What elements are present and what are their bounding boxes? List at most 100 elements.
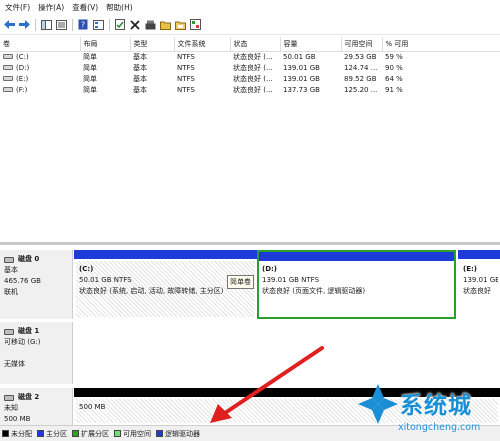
partition-body: (C:) 50.01 GB NTFS 状态良好 (系统, 启动, 活动, 故障转… bbox=[76, 261, 255, 317]
column-header-filesystem[interactable]: 文件系统 bbox=[174, 37, 231, 52]
legend-swatch bbox=[114, 430, 121, 437]
watermark: 系统城 xitongcheng.com bbox=[356, 384, 500, 441]
column-header-capacity[interactable]: 容量 bbox=[280, 37, 342, 52]
drive-icon bbox=[3, 87, 13, 92]
percent-free-cell: 90 % bbox=[385, 63, 403, 72]
legend-swatch bbox=[72, 430, 79, 437]
disk-name: 磁盘 0 bbox=[18, 255, 40, 263]
legend-unallocated: 未分配 bbox=[2, 429, 32, 439]
menu-bar: 文件(F) 操作(A) 查看(V) 帮助(H) bbox=[0, 0, 500, 15]
forward-icon[interactable] bbox=[18, 19, 30, 31]
disk-type: 未知 bbox=[4, 404, 18, 412]
volume-table: 卷 布局 类型 文件系统 状态 容量 可用空间 % 可用 (C:) 简单 基本 … bbox=[0, 37, 500, 95]
disk-icon bbox=[4, 256, 14, 263]
disk-name: 磁盘 2 bbox=[18, 393, 40, 401]
partition-bar bbox=[458, 250, 500, 259]
drive-icon bbox=[3, 65, 13, 70]
toolbar-separator bbox=[109, 18, 110, 31]
layout-cell: 简单 bbox=[83, 63, 97, 72]
filesystem-cell: NTFS bbox=[177, 52, 195, 61]
type-cell: 基本 bbox=[133, 85, 147, 94]
percent-free-cell: 59 % bbox=[385, 52, 403, 61]
volume-cell: (E:) bbox=[0, 73, 80, 84]
status-cell: 状态良好 (... bbox=[233, 74, 273, 83]
open-folder-icon[interactable] bbox=[159, 19, 171, 31]
partition-name: (D:) bbox=[262, 265, 278, 273]
partition-name: (C:) bbox=[79, 265, 94, 273]
capacity-cell: 50.01 GB bbox=[283, 52, 316, 61]
partition-d[interactable]: (D:) 139.01 GB NTFS 状态良好 (页面文件, 逻辑驱动器) bbox=[257, 250, 456, 319]
watermark-url: xitongcheng.com bbox=[398, 422, 481, 433]
table-row[interactable]: (D:) 简单 基本 NTFS 状态良好 (... 139.01 GB 124.… bbox=[0, 62, 500, 73]
properties-icon[interactable] bbox=[92, 19, 104, 31]
table-row[interactable]: (E:) 简单 基本 NTFS 状态良好 (... 139.01 GB 89.5… bbox=[0, 73, 500, 84]
menu-action[interactable]: 操作(A) bbox=[36, 0, 70, 15]
column-header-type[interactable]: 类型 bbox=[130, 37, 175, 52]
status-cell: 状态良好 (... bbox=[233, 85, 273, 94]
disk-type: 可移动 (G:) bbox=[4, 338, 41, 346]
simple-volume-tooltip: 简单卷 bbox=[227, 275, 254, 289]
menu-view[interactable]: 查看(V) bbox=[70, 0, 104, 15]
table-header-row: 卷 布局 类型 文件系统 状态 容量 可用空间 % 可用 bbox=[0, 37, 500, 52]
disk-size: 500 MB bbox=[4, 415, 31, 423]
watermark-logo-icon bbox=[358, 384, 398, 424]
percent-free-cell: 91 % bbox=[385, 85, 403, 94]
check-icon[interactable] bbox=[114, 19, 126, 31]
disk-row-0: 磁盘 0 基本 465.76 GB 联机 (C:) 50.01 GB NTFS … bbox=[0, 250, 500, 319]
volume-name: (C:) bbox=[16, 52, 29, 61]
partition-e[interactable]: (E:) 139.01 GB 状态良好 bbox=[458, 250, 500, 319]
volume-name: (E:) bbox=[16, 74, 29, 83]
disk-row-1: 磁盘 1 可移动 (G:) 无媒体 bbox=[0, 322, 500, 384]
disk-name: 磁盘 1 bbox=[18, 327, 40, 335]
watermark-text: 系统城 bbox=[400, 393, 472, 419]
column-header-layout[interactable]: 布局 bbox=[80, 37, 131, 52]
column-header-free-space[interactable]: 可用空间 bbox=[341, 37, 383, 52]
legend-swatch bbox=[156, 430, 163, 437]
partition-status: 状态良好 (页面文件, 逻辑驱动器) bbox=[262, 287, 366, 295]
list-view-icon[interactable] bbox=[55, 19, 67, 31]
layout-cell: 简单 bbox=[83, 85, 97, 94]
table-row[interactable]: (C:) 简单 基本 NTFS 状态良好 (... 50.01 GB 29.53… bbox=[0, 51, 500, 62]
toolbar: ? bbox=[0, 15, 500, 35]
legend-free-space: 可用空间 bbox=[114, 429, 151, 439]
capacity-cell: 139.01 GB bbox=[283, 63, 320, 72]
column-header-percent-free[interactable]: % 可用 bbox=[382, 37, 500, 52]
disk-size: 465.76 GB bbox=[4, 277, 41, 285]
percent-free-cell: 64 % bbox=[385, 74, 403, 83]
back-icon[interactable] bbox=[3, 19, 15, 31]
free-space-cell: 29.53 GB bbox=[344, 52, 377, 61]
drive-icon[interactable] bbox=[144, 19, 156, 31]
disk-title: 磁盘 1 bbox=[4, 326, 72, 337]
disk-1-label[interactable]: 磁盘 1 可移动 (G:) 无媒体 bbox=[0, 322, 73, 384]
delete-icon[interactable] bbox=[129, 19, 141, 31]
status-cell: 状态良好 (... bbox=[233, 63, 273, 72]
table-row[interactable]: (F:) 简单 基本 NTFS 状态良好 (... 137.73 GB 125.… bbox=[0, 84, 500, 95]
menu-help[interactable]: 帮助(H) bbox=[104, 0, 139, 15]
disk-state: 无媒体 bbox=[4, 360, 25, 368]
column-header-volume[interactable]: 卷 bbox=[0, 37, 81, 52]
help-icon[interactable]: ? bbox=[77, 19, 89, 31]
legend-label: 扩展分区 bbox=[81, 429, 109, 438]
legend-extended: 扩展分区 bbox=[72, 429, 109, 439]
legend-primary: 主分区 bbox=[37, 429, 67, 439]
partition-status: 状态良好 bbox=[463, 287, 491, 295]
legend-label: 可用空间 bbox=[123, 429, 151, 438]
partition-bar bbox=[74, 250, 257, 259]
settings-icon[interactable] bbox=[189, 19, 201, 31]
partition-size: 139.01 GB NTFS bbox=[262, 276, 320, 284]
console-tree-icon[interactable] bbox=[40, 19, 52, 31]
type-cell: 基本 bbox=[133, 63, 147, 72]
volume-cell: (D:) bbox=[0, 62, 80, 73]
legend-logical: 逻辑驱动器 bbox=[156, 429, 200, 439]
column-header-status[interactable]: 状态 bbox=[230, 37, 281, 52]
disk-0-label[interactable]: 磁盘 0 基本 465.76 GB 联机 bbox=[0, 250, 73, 319]
partition-size: 139.01 GB bbox=[463, 276, 498, 284]
partition-name: (E:) bbox=[463, 265, 477, 273]
disk-2-label[interactable]: 磁盘 2 未知 500 MB bbox=[0, 388, 73, 425]
free-space-cell: 124.74 ... bbox=[344, 63, 378, 72]
legend-swatch bbox=[37, 430, 44, 437]
partition-body: (D:) 139.01 GB NTFS 状态良好 (页面文件, 逻辑驱动器) bbox=[259, 261, 454, 315]
folder-icon[interactable] bbox=[174, 19, 186, 31]
toolbar-separator bbox=[72, 18, 73, 31]
menu-file[interactable]: 文件(F) bbox=[3, 0, 36, 15]
